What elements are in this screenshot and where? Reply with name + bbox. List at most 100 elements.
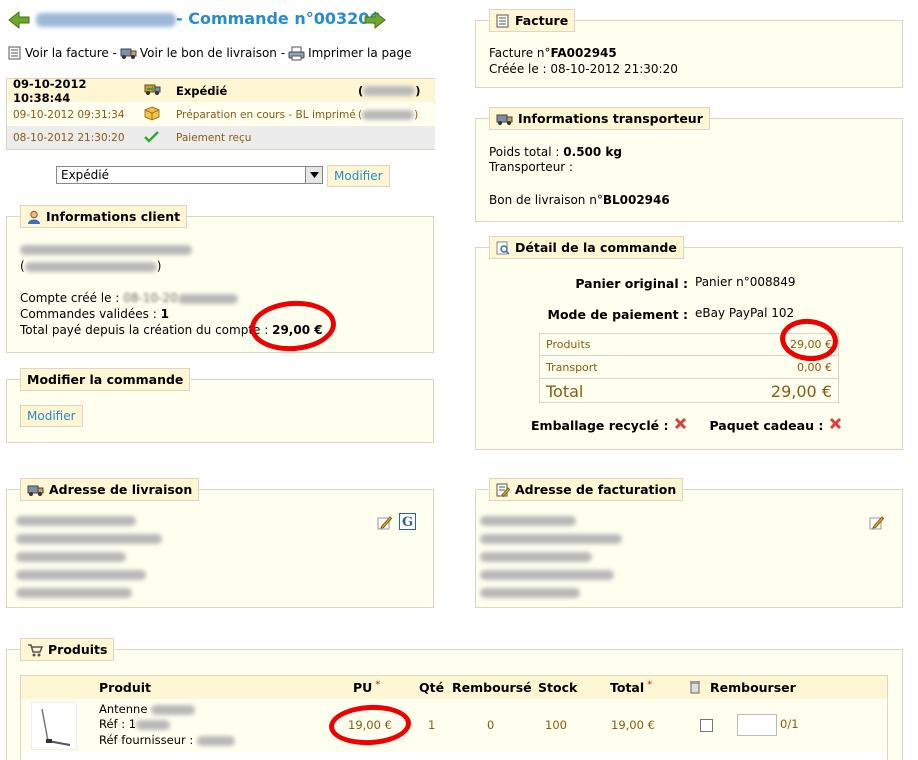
client-total-row: Total payé depuis la création du compte …	[20, 323, 323, 337]
carrier-weight: 0.500 kg	[563, 145, 623, 159]
delivery-address-legend: Adresse de livraison	[20, 478, 200, 501]
carrier-name-row: Transporteur :	[489, 160, 574, 174]
grand-total-label: Total	[546, 382, 584, 401]
refund-quantity-max: 0/1	[780, 717, 799, 731]
cross-icon	[674, 417, 687, 433]
shipping-total-value: 0,00 €	[797, 361, 832, 374]
print-page-link[interactable]: Imprimer la page	[308, 46, 411, 60]
chevron-down-icon[interactable]	[305, 167, 322, 183]
box-icon	[144, 105, 176, 124]
user-icon	[27, 210, 41, 224]
invoice-legend: Facture	[489, 9, 576, 32]
invoice-icon	[496, 14, 510, 28]
product-total: 19,00 €	[611, 718, 655, 732]
client-info-legend: Informations client	[20, 205, 188, 228]
history-row: 08-10-2012 21:30:20 Paiement reçu	[7, 126, 435, 149]
invoice-number: FA002945	[550, 46, 617, 60]
history-status: Préparation en cours - BL imprimé	[176, 108, 356, 121]
page-title: - Commande n°003206	[176, 9, 381, 28]
edit-address-icon[interactable]	[377, 515, 393, 533]
refund-checkbox[interactable]	[700, 719, 713, 732]
client-total-paid: 29,00 €	[272, 323, 323, 337]
history-status: Expédié	[176, 83, 228, 98]
back-arrow-icon[interactable]	[8, 10, 30, 33]
recycled-packaging-row: Emballage recyclé : Paquet cadeau :	[531, 417, 842, 433]
col-refund: Rembourser	[710, 680, 796, 695]
modify-order-legend: Modifier la commande	[20, 368, 191, 391]
carrier-legend: Informations transporteur	[489, 107, 710, 130]
grand-total-value: 29,00 €	[770, 382, 832, 401]
client-name-redacted	[20, 242, 192, 256]
client-validated-row: Commandes validées : 1	[20, 307, 169, 321]
col-product: Produit	[99, 680, 152, 695]
client-created-date: 08-10-20	[123, 291, 178, 305]
google-maps-icon[interactable]: G	[399, 513, 416, 533]
history-date: 08-10-2012 21:30:20	[13, 131, 125, 144]
cross-icon	[829, 417, 842, 433]
order-detail-legend: Détail de la commande	[489, 236, 684, 259]
invoice-edit-icon	[496, 483, 511, 497]
view-invoice-link[interactable]: Voir la facture -	[25, 46, 117, 60]
products-total-label: Produits	[546, 338, 591, 351]
product-unit-price: 19,00 €	[348, 718, 392, 732]
totals-row-total: Total 29,00 €	[540, 380, 838, 402]
edit-billing-address-icon[interactable]	[869, 515, 885, 533]
svg-text:G: G	[402, 515, 413, 530]
view-delivery-slip-link[interactable]: Voir le bon de livraison -	[140, 46, 285, 60]
change-status-button[interactable]: Modifier	[327, 165, 390, 187]
col-qty: Qté	[419, 680, 445, 695]
table-row: Antenne Réf : 1 Réf fournisseur : 19,00 …	[21, 700, 887, 752]
col-refunded: Remboursé	[452, 680, 532, 695]
printer-icon	[288, 46, 305, 61]
order-status-select[interactable]: Expédié	[56, 166, 323, 184]
truck-icon	[496, 112, 513, 126]
payment-label: Mode de paiement :	[547, 307, 688, 322]
magnifier-icon	[496, 241, 510, 255]
delivery-address-redacted	[16, 516, 162, 598]
truck-icon	[120, 46, 137, 60]
products-table-header: Produit PU * Qté Remboursé Stock Total *…	[21, 676, 887, 699]
shipping-total-label: Transport	[546, 361, 598, 374]
modify-order-button[interactable]: Modifier	[20, 405, 83, 427]
products-legend: Produits	[20, 638, 115, 661]
trash-icon	[689, 680, 701, 697]
client-validated-count: 1	[160, 307, 169, 321]
carrier-weight-row: Poids total : 0.500 kg	[489, 145, 623, 159]
invoice-number-row: Facture n°FA002945	[489, 46, 617, 60]
product-name: Antenne	[99, 702, 196, 716]
truck-icon	[27, 483, 44, 497]
cart-label: Panier original :	[575, 276, 688, 291]
cart-icon	[27, 643, 44, 657]
product-ref: Réf : 1	[99, 717, 171, 731]
header-links: Voir la facture - Voir le bon de livrais…	[8, 46, 411, 61]
billing-address-redacted	[480, 516, 622, 598]
history-employee-redacted: ()	[358, 83, 421, 98]
history-row: 09-10-2012 09:31:34 Préparation en cours…	[7, 103, 435, 126]
forward-arrow-icon[interactable]	[364, 10, 386, 33]
totals-row-products: Produits 29,00 €	[540, 334, 838, 356]
products-total-value: 29,00 €	[790, 338, 832, 351]
order-status-value: Expédié	[61, 168, 110, 182]
client-email-redacted: ()	[20, 259, 162, 273]
check-icon	[144, 130, 176, 146]
col-total: Total *	[610, 680, 652, 695]
history-date: 09-10-2012 10:38:44	[13, 76, 87, 105]
history-row: 09-10-2012 10:38:44 Expédié ()	[7, 76, 435, 105]
product-qty: 1	[428, 718, 436, 732]
truck-arrow-icon	[144, 82, 176, 99]
history-date: 09-10-2012 09:31:34	[13, 108, 125, 121]
history-employee-redacted: ()	[358, 108, 419, 121]
refund-quantity-input[interactable]	[737, 714, 777, 736]
product-refunded: 0	[487, 718, 495, 732]
customer-name-redacted	[36, 12, 176, 27]
delivery-slip-row: Bon de livraison n°BL002946	[489, 193, 670, 207]
product-thumbnail	[31, 702, 77, 750]
billing-address-legend: Adresse de facturation	[489, 478, 684, 501]
history-status: Paiement reçu	[176, 131, 252, 144]
cart-value: Panier n°008849	[695, 275, 796, 289]
invoice-icon	[8, 46, 22, 60]
product-stock: 100	[545, 718, 567, 732]
client-created-row: Compte créé le : 08-10-20	[20, 291, 238, 305]
col-stock: Stock	[538, 680, 578, 695]
delivery-slip-number: BL002946	[602, 193, 670, 207]
